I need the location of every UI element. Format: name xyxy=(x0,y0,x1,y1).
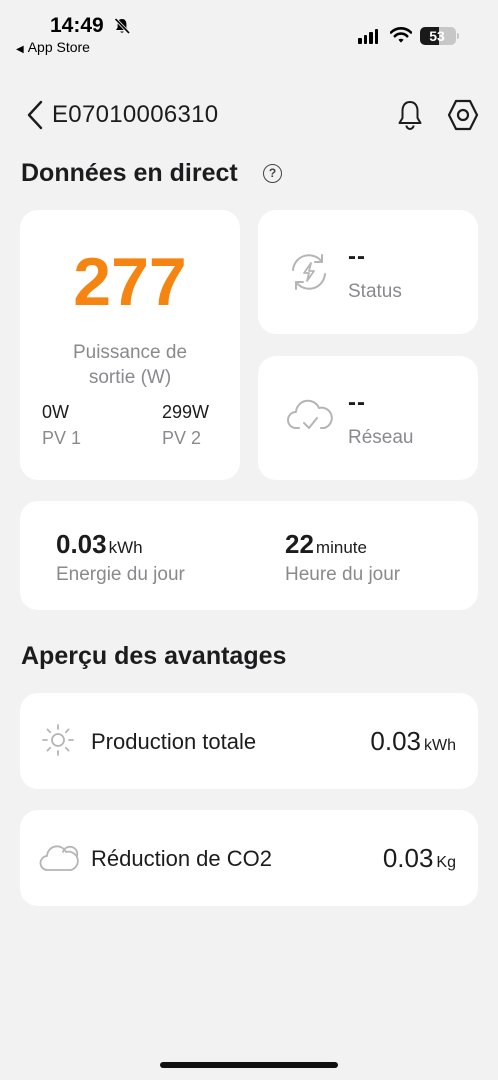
co2-reduction-unit: Kg xyxy=(436,854,456,871)
back-to-app-store[interactable]: ◀ App Store xyxy=(16,39,90,55)
sync-lightning-icon xyxy=(292,254,326,290)
daily-energy-label: Energie du jour xyxy=(56,564,185,585)
status-value: -- xyxy=(348,243,366,270)
home-indicator[interactable] xyxy=(160,1062,338,1068)
co2-reduction-value: 0.03 Kg xyxy=(300,843,456,874)
cloud-check-icon xyxy=(287,399,333,429)
pv2-value: 299W xyxy=(162,402,210,422)
signal-icon xyxy=(358,29,378,44)
help-icon[interactable]: ? xyxy=(263,164,282,183)
live-data-title: Données en direct xyxy=(21,159,238,187)
total-production-unit: kWh xyxy=(424,737,456,754)
pv2-label: PV 2 xyxy=(162,428,202,448)
daily-hours-unit: minute xyxy=(315,538,367,557)
total-production-label: Production totale xyxy=(91,729,257,754)
co2-reduction-label: Réduction de CO2 xyxy=(91,846,272,871)
co2-reduction-number: 0.03 xyxy=(382,843,434,873)
status-time: 14:49 xyxy=(50,14,104,37)
status-label: Status xyxy=(348,281,402,302)
back-triangle-icon: ◀ xyxy=(16,44,24,55)
network-label: Réseau xyxy=(348,427,414,448)
network-value: -- xyxy=(348,389,366,416)
wifi-icon xyxy=(390,27,412,43)
total-production-number: 0.03 xyxy=(370,726,421,756)
output-power-label-line2: sortie (W) xyxy=(88,367,172,388)
cloud-icon xyxy=(39,845,79,871)
battery-level: 53 xyxy=(429,28,445,44)
sun-icon xyxy=(42,724,74,756)
daily-energy-stat: 0.03 kWh xyxy=(56,529,143,560)
bell-slash-icon xyxy=(114,17,131,35)
daily-hours-stat: 22 minute xyxy=(285,529,367,560)
daily-energy-value: 0.03 xyxy=(56,529,107,559)
output-power-value: 277 xyxy=(73,244,187,320)
pv1-label: PV 1 xyxy=(42,428,82,448)
daily-hours-label: Heure du jour xyxy=(285,564,401,585)
pv1-value: 0W xyxy=(42,402,69,422)
bell-icon[interactable] xyxy=(395,99,425,131)
daily-energy-unit: kWh xyxy=(108,538,143,557)
output-power-label-line1: Puissance de xyxy=(72,342,188,363)
device-id-title: E07010006310 xyxy=(52,101,219,128)
battery-icon: 53 xyxy=(420,27,456,45)
chevron-left-icon[interactable] xyxy=(26,100,44,130)
battery-tip xyxy=(457,33,459,39)
daily-hours-value: 22 xyxy=(285,529,314,559)
back-app-label: App Store xyxy=(27,39,90,55)
benefits-title: Aperçu des avantages xyxy=(21,642,287,670)
hexagon-settings-icon[interactable] xyxy=(446,98,480,132)
total-production-value: 0.03 kWh xyxy=(300,726,456,757)
output-power-label: Puissance de sortie (W) xyxy=(20,340,240,390)
